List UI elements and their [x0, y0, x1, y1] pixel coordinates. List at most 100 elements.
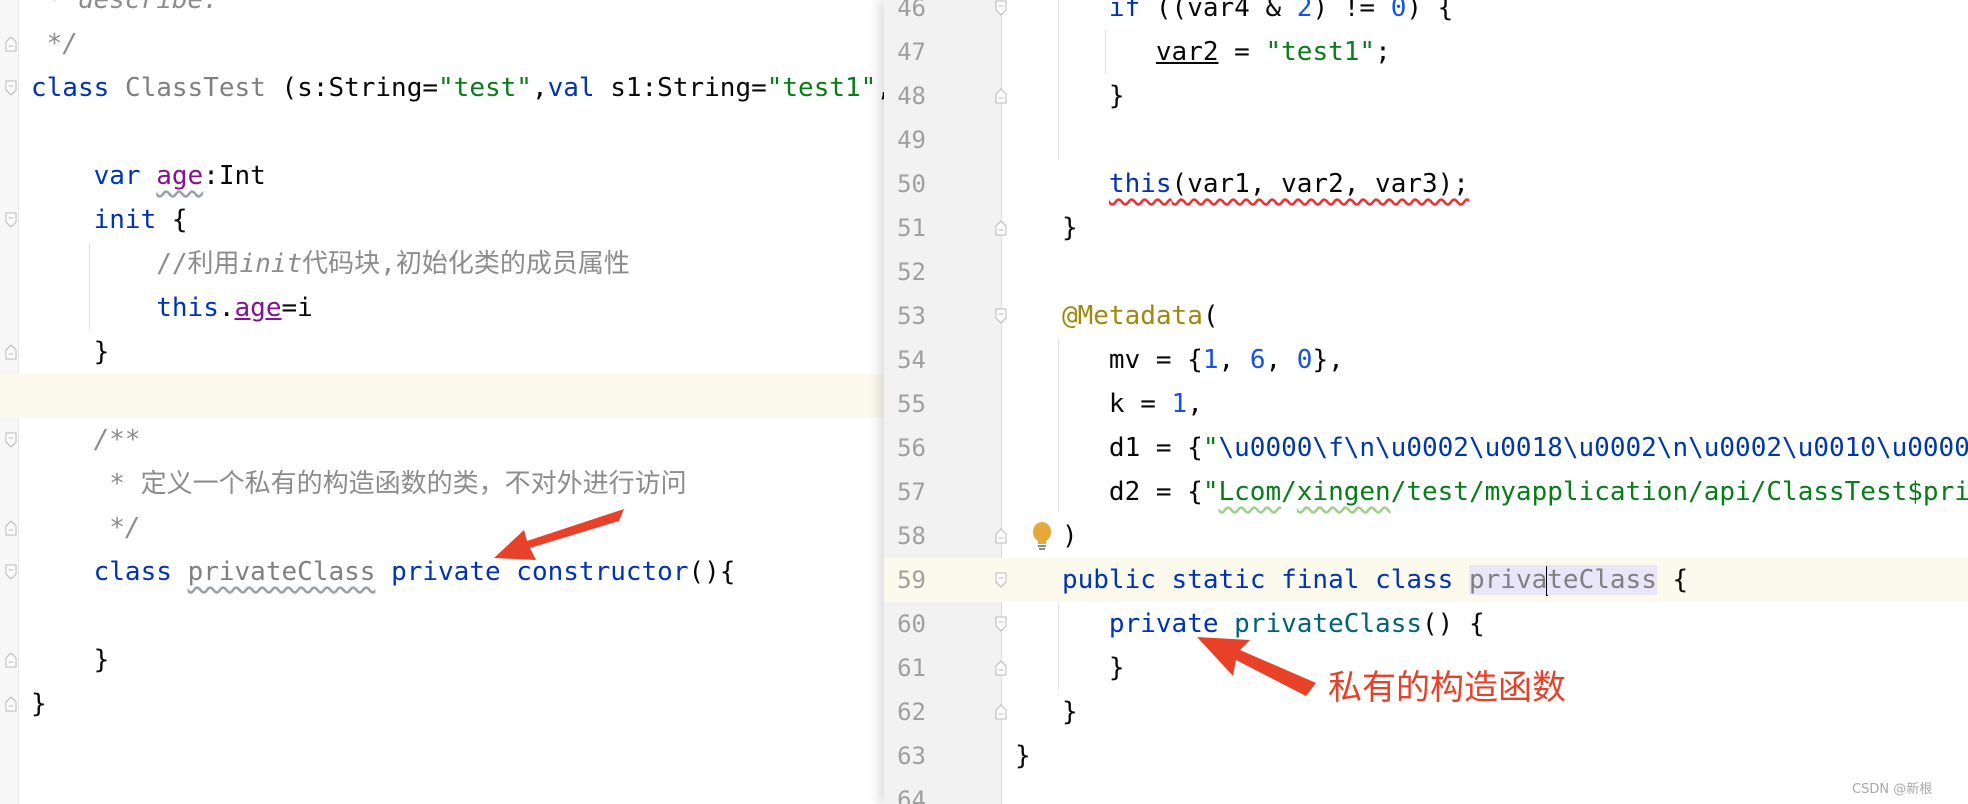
code-line[interactable]: 60 private privateClass() { [884, 602, 1968, 646]
code-text: class ClassTest (s:String="test",val s1:… [31, 66, 884, 110]
code-token: age [156, 161, 204, 191]
code-token: var [93, 161, 141, 191]
fold-marker-icon[interactable] [5, 696, 17, 712]
fold-marker-icon[interactable] [995, 660, 1007, 676]
code-line[interactable]: 55 k = 1, [884, 382, 1968, 426]
code-line[interactable]: 48 } [884, 74, 1968, 118]
code-text: } [1015, 690, 1078, 734]
fold-marker-icon[interactable] [995, 308, 1007, 324]
line-number: 61 [897, 654, 926, 682]
code-line[interactable]: this.age=i [0, 286, 884, 330]
code-text: * describe: [31, 0, 219, 22]
code-text: } [31, 330, 110, 374]
code-token: this [156, 293, 219, 323]
code-line[interactable]: */ [0, 506, 884, 550]
code-token: 0 [1296, 345, 1313, 375]
code-token: ) { [1406, 0, 1454, 23]
code-line[interactable]: 59 public static final class privateClas… [884, 558, 1968, 602]
code-line[interactable]: */ [0, 22, 884, 66]
code-line[interactable]: class privateClass private constructor()… [0, 550, 884, 594]
code-line[interactable]: * 定义一个私有的构造函数的类，不对外进行访问 [0, 462, 884, 506]
code-text: @Metadata( [1015, 294, 1219, 338]
fold-marker-icon[interactable] [995, 0, 1007, 16]
fold-marker-icon[interactable] [995, 528, 1007, 544]
code-line[interactable]: 54 mv = {1, 6, 0}, [884, 338, 1968, 382]
code-line[interactable]: 64 [884, 778, 1968, 804]
code-token: 6 [1249, 345, 1266, 375]
code-line[interactable]: } [0, 682, 884, 726]
fold-marker-icon[interactable] [995, 220, 1007, 236]
code-line[interactable]: 49 [884, 118, 1968, 162]
code-token: , [876, 73, 884, 103]
code-line[interactable]: //利用init代码块,初始化类的成员属性 [0, 242, 884, 286]
line-number: 59 [897, 566, 926, 594]
line-number: 53 [897, 302, 926, 330]
code-token: , [1218, 345, 1250, 375]
code-token: s1:String= [594, 73, 767, 103]
code-token: { [1656, 565, 1689, 595]
fold-marker-icon[interactable] [995, 616, 1007, 632]
line-number: 47 [897, 38, 926, 66]
code-text: } [1015, 206, 1078, 250]
code-token: private [391, 557, 501, 587]
fold-marker-icon[interactable] [5, 520, 17, 536]
left-editor-pane[interactable]: * describe: */ class ClassTest (s:String=… [0, 0, 884, 804]
code-line[interactable] [0, 594, 884, 638]
line-number: 56 [897, 434, 926, 462]
code-line[interactable]: 56 d1 = {"\u0000\f\n\u0002\u0018\u0002\n… [884, 426, 1968, 470]
fold-marker-icon[interactable] [5, 432, 17, 448]
code-token: /test/myapplication/api/ClassTest$pri [1390, 477, 1968, 507]
code-text: if ((var4 & 2) != 0) { [1015, 0, 1453, 30]
code-line[interactable]: var age:Int [0, 154, 884, 198]
line-number: 60 [897, 610, 926, 638]
code-line[interactable]: 52 [884, 250, 1968, 294]
code-token: } [1015, 213, 1078, 243]
line-number: 48 [897, 82, 926, 110]
code-line[interactable]: } [0, 330, 884, 374]
code-token: (s:String= [265, 73, 439, 103]
fold-marker-icon[interactable] [5, 652, 17, 668]
code-token: ((var4 & [1140, 0, 1297, 23]
code-line[interactable]: 63} [884, 734, 1968, 778]
fold-marker-icon[interactable] [5, 36, 17, 52]
line-number: 64 [897, 786, 926, 804]
code-token: xingen [1296, 477, 1391, 507]
code-text: k = 1, [1015, 382, 1203, 426]
code-token: 1 [1171, 389, 1188, 419]
code-line[interactable]: init { [0, 198, 884, 242]
code-line[interactable]: } [0, 638, 884, 682]
code-token: init [93, 205, 157, 235]
code-line[interactable]: 51 } [884, 206, 1968, 250]
fold-marker-icon[interactable] [5, 564, 17, 580]
lightbulb-icon[interactable] [1031, 522, 1053, 552]
code-line[interactable]: 50 this(var1, var2, var3); [884, 162, 1968, 206]
code-line[interactable]: 47 var2 = "test1"; [884, 30, 1968, 74]
code-line[interactable] [0, 110, 884, 154]
fold-marker-icon[interactable] [995, 704, 1007, 720]
annotation-label: 私有的构造函数 [1328, 668, 1566, 708]
code-line[interactable]: /** [0, 418, 884, 462]
fold-marker-icon[interactable] [5, 80, 17, 96]
code-text: class privateClass private constructor()… [31, 550, 736, 594]
fold-marker-icon[interactable] [5, 212, 17, 228]
code-text: } [31, 682, 47, 726]
code-token: ( [1202, 301, 1219, 331]
code-line[interactable]: 53 @Metadata( [884, 294, 1968, 338]
code-line[interactable]: 57 d2 = {"Lcom/xingen/test/myapplication… [884, 470, 1968, 514]
code-line[interactable] [0, 374, 884, 418]
code-token: 代码块,初始化类的成员属性 [302, 249, 630, 279]
code-token: } [31, 689, 47, 719]
fold-marker-icon[interactable] [995, 572, 1007, 588]
code-line[interactable]: * describe: [0, 0, 884, 22]
code-token: " [1202, 477, 1219, 507]
code-text: } [1015, 74, 1125, 118]
fold-marker-icon[interactable] [995, 88, 1007, 104]
code-line[interactable]: class ClassTest (s:String="test",val s1:… [0, 66, 884, 110]
fold-marker-icon[interactable] [5, 344, 17, 360]
code-line[interactable]: 46 if ((var4 & 2) != 0) { [884, 0, 1968, 30]
